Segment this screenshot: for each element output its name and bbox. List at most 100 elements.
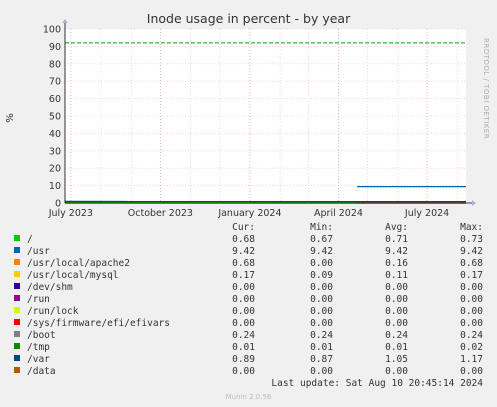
- legend-series-name: /usr/local/mysql: [27, 270, 119, 281]
- inode-usage-chart: Inode usage in percent - by year RRDTOOL…: [5, 11, 490, 401]
- legend-series-name: /usr/local/apache2: [27, 258, 130, 269]
- legend-column-header: Max:: [460, 222, 483, 233]
- legend-value-max: 0.00: [460, 294, 483, 305]
- legend-value-max: 0.68: [460, 258, 483, 269]
- y-tick-label: 100: [43, 25, 61, 36]
- legend-value-avg: 0.71: [385, 234, 408, 245]
- legend-swatch: [14, 319, 20, 325]
- x-tick-label: October 2023: [128, 208, 193, 219]
- legend: Cur: Min: Avg: Max: / 0.68 0.67 0.71 0.73/usr 9.4…: [14, 222, 483, 377]
- legend-value-avg: 0.00: [385, 318, 408, 329]
- legend-value-max: 0.17: [460, 270, 483, 281]
- legend-value-max: 1.17: [460, 354, 483, 365]
- legend-value-max: 0.00: [460, 366, 483, 377]
- legend-value-cur: 0.17: [232, 270, 255, 281]
- legend-value-avg: 0.00: [385, 366, 408, 377]
- legend-value-avg: 0.24: [385, 330, 408, 341]
- legend-value-max: 0.00: [460, 318, 483, 329]
- legend-value-max: 0.00: [460, 306, 483, 317]
- legend-value-min: 0.87: [310, 354, 333, 365]
- legend-value-avg: 0.00: [385, 306, 408, 317]
- legend-value-cur: 0.00: [232, 318, 255, 329]
- legend-value-avg: 0.11: [385, 270, 408, 281]
- legend-value-avg: 0.00: [385, 294, 408, 305]
- y-tick-label: 60: [49, 94, 61, 105]
- legend-value-max: 0.24: [460, 330, 483, 341]
- y-tick-label: 40: [49, 129, 61, 140]
- legend-swatch: [14, 283, 20, 289]
- x-tick-label: April 2024: [314, 208, 363, 219]
- legend-swatch: [14, 271, 20, 277]
- legend-swatch: [14, 355, 20, 361]
- legend-value-cur: 0.00: [232, 366, 255, 377]
- legend-value-min: 0.00: [310, 318, 333, 329]
- y-axis-arrow: [62, 19, 68, 23]
- legend-value-cur: 0.24: [232, 330, 255, 341]
- x-tick-label: July 2024: [404, 208, 449, 219]
- legend-value-max: 0.73: [460, 234, 483, 245]
- legend-value-min: 9.42: [310, 246, 333, 257]
- legend-swatch: [14, 331, 20, 337]
- legend-series-name: /: [27, 234, 33, 245]
- legend-value-min: 0.00: [310, 294, 333, 305]
- legend-swatch: [14, 247, 20, 253]
- legend-column-header: Cur:: [232, 222, 255, 233]
- y-tick-label: 20: [49, 164, 61, 175]
- y-tick-label: 70: [49, 77, 61, 88]
- legend-value-cur: 0.89: [232, 354, 255, 365]
- legend-column-header: Avg:: [385, 222, 408, 233]
- legend-column-header: Min:: [310, 222, 333, 233]
- legend-swatch: [14, 259, 20, 265]
- legend-value-cur: 0.00: [232, 306, 255, 317]
- legend-value-avg: 0.16: [385, 258, 408, 269]
- legend-series-name: /dev/shm: [27, 282, 73, 293]
- legend-value-max: 0.02: [460, 342, 483, 353]
- y-tick-label: 80: [49, 59, 61, 70]
- legend-value-min: 0.00: [310, 258, 333, 269]
- legend-value-avg: 1.05: [385, 354, 408, 365]
- legend-value-cur: 0.68: [232, 234, 255, 245]
- legend-series-name: /data: [27, 366, 56, 377]
- legend-swatch: [14, 367, 20, 373]
- x-tick-label: January 2024: [217, 208, 281, 219]
- legend-series-name: /usr: [27, 246, 50, 257]
- legend-value-min: 0.67: [310, 234, 333, 245]
- legend-swatch: [14, 307, 20, 313]
- y-tick-label: 50: [49, 112, 61, 123]
- legend-swatch: [14, 295, 20, 301]
- legend-series-name: /run/lock: [27, 306, 79, 317]
- chart-title: Inode usage in percent - by year: [147, 11, 351, 26]
- last-update: Last update: Sat Aug 10 20:45:14 2024: [271, 378, 483, 389]
- legend-value-min: 0.09: [310, 270, 333, 281]
- legend-value-avg: 0.00: [385, 282, 408, 293]
- legend-value-cur: 0.68: [232, 258, 255, 269]
- legend-value-min: 0.00: [310, 282, 333, 293]
- y-tick-label: 10: [49, 181, 61, 192]
- legend-swatch: [14, 235, 20, 241]
- legend-value-cur: 0.01: [232, 342, 255, 353]
- x-axis-arrow: [472, 200, 476, 206]
- legend-value-avg: 9.42: [385, 246, 408, 257]
- legend-value-cur: 0.00: [232, 282, 255, 293]
- legend-series-name: /var: [27, 354, 50, 365]
- rrdtool-credit: RRDTOOL / TOBI OETIKER: [482, 38, 490, 139]
- legend-series-name: /tmp: [27, 342, 50, 353]
- legend-value-min: 0.01: [310, 342, 333, 353]
- legend-series-name: /boot: [27, 330, 56, 341]
- legend-value-min: 0.00: [310, 366, 333, 377]
- y-tick-label: 30: [49, 146, 61, 157]
- plot-area: 0102030405060708090100July 2023 October 2…: [43, 19, 476, 219]
- x-tick-label: July 2023: [48, 208, 93, 219]
- legend-value-avg: 0.01: [385, 342, 408, 353]
- y-tick-label: 90: [49, 42, 61, 53]
- legend-value-min: 0.24: [310, 330, 333, 341]
- legend-swatch: [14, 343, 20, 349]
- legend-value-min: 0.00: [310, 306, 333, 317]
- legend-series-name: /sys/firmware/efi/efivars: [27, 318, 170, 329]
- y-axis-label: %: [5, 113, 16, 123]
- munin-version: Munin 2.0.56: [226, 393, 272, 401]
- legend-value-cur: 9.42: [232, 246, 255, 257]
- legend-value-cur: 0.00: [232, 294, 255, 305]
- legend-value-max: 9.42: [460, 246, 483, 257]
- legend-series-name: /run: [27, 294, 50, 305]
